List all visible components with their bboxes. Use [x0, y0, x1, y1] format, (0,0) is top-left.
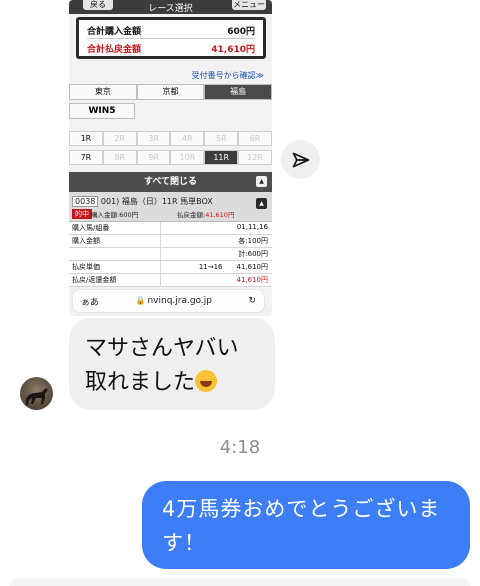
outgoing-message-bubble[interactable]: 4万馬券おめでとうございます！: [142, 481, 470, 569]
bet-payout: 払戻金額:41,610円: [177, 209, 234, 219]
race-button: 1R: [69, 131, 103, 146]
purchase-total-label: 合計購入金額: [87, 27, 142, 37]
screenshot-bet-detail-table: 購入馬/組番 01,11,16 購入金額 各:100円 計:600円 払戻単価 11→…: [69, 222, 272, 287]
detail-row: 払戻/返還金額 41,610円: [69, 274, 272, 287]
composer-edge: [10, 578, 470, 586]
incoming-message-line2: 取れました: [85, 370, 196, 395]
horse-silhouette-icon: [26, 388, 48, 405]
lock-icon: 🔒: [135, 296, 146, 305]
laughing-emoji-icon: [195, 370, 218, 392]
send-arrow-icon: [292, 152, 309, 167]
screenshot-race-row-1: 1R 2R 3R 4R 5R 6R: [69, 131, 272, 146]
shared-screenshot-image[interactable]: 戻る レース選択 メニュー 合計購入金額 600円 合計払戻金額 41,610円…: [69, 0, 272, 316]
screenshot-venue-tabs: 東京 京都 福島: [69, 84, 272, 100]
detail-label: 払戻/返還金額: [69, 274, 161, 286]
venue-tab: 東京: [69, 84, 137, 100]
bet-purchase-amount: 購入金額:600円: [91, 211, 139, 219]
race-button: 12R: [238, 150, 272, 165]
race-button: 5R: [204, 131, 239, 146]
bet-description: 001) 福島（日）11R 馬単BOX: [100, 197, 213, 206]
screenshot-header: 戻る レース選択 メニュー: [69, 0, 272, 14]
screenshot-summary-box: 合計購入金額 600円 合計払戻金額 41,610円: [76, 17, 266, 59]
message-timestamp: 4:18: [219, 437, 261, 458]
detail-value: 01,11,16: [236, 223, 268, 231]
bet-code: 0038: [72, 196, 99, 207]
collapse-icon: ▲: [256, 176, 267, 187]
bet-payout-value: 41,610円: [205, 211, 235, 219]
race-button: 6R: [238, 131, 272, 146]
url-text: nvinq.jra.go.jp: [147, 296, 212, 306]
incoming-message-bubble[interactable]: マサさんヤバい 取れました: [69, 318, 275, 410]
race-button: 10R: [170, 150, 205, 165]
close-all-label: すべて閉じる: [143, 177, 197, 187]
race-button: 9R: [136, 150, 171, 165]
screenshot-url-bar: ぁあ 🔒 nvinq.jra.go.jp ↻: [73, 290, 264, 312]
race-button: 8R: [102, 150, 137, 165]
reload-icon: ↻: [248, 296, 256, 306]
detail-label: [69, 248, 161, 260]
bet-payout-label: 払戻金額:: [177, 211, 206, 219]
detail-value: 41,610円: [236, 276, 269, 284]
avatar[interactable]: [20, 377, 53, 410]
race-button-selected: 11R: [204, 150, 239, 165]
detail-label: 購入金額: [69, 235, 161, 247]
screenshot-confirm-link: 受付番号から確認≫: [191, 71, 264, 80]
race-button: 7R: [69, 150, 103, 165]
payout-total-value: 41,610円: [211, 44, 255, 55]
screenshot-menu-button: メニュー: [232, 0, 266, 10]
detail-label: 購入馬/組番: [69, 222, 161, 234]
race-button: 4R: [170, 131, 205, 146]
venue-tab-selected: 福島: [204, 84, 272, 100]
text-size-label: ぁあ: [81, 297, 100, 308]
incoming-message-line1: マサさんヤバい: [85, 336, 239, 361]
detail-row: 購入馬/組番 01,11,16: [69, 222, 272, 235]
outgoing-message-text: 4万馬券おめでとうございます！: [162, 497, 441, 555]
purchase-total-value: 600円: [227, 27, 255, 37]
detail-label: 払戻単価: [69, 261, 161, 273]
detail-value: 各:100円: [238, 237, 268, 245]
race-button: 3R: [136, 131, 171, 146]
detail-value: 計:600円: [238, 250, 268, 258]
screenshot-win5-tab: WIN5: [69, 103, 135, 119]
race-button: 2R: [102, 131, 137, 146]
venue-tab: 京都: [136, 84, 205, 100]
detail-row: 購入金額 各:100円: [69, 235, 272, 248]
screenshot-close-all-bar: すべて閉じる ▲: [69, 172, 272, 192]
collapse-icon: ▲: [256, 198, 267, 209]
screenshot-bet-summary: 0038 001) 福島（日）11R 馬単BOX 的中 購入金額:600円 払戻…: [69, 192, 272, 222]
hit-badge: 的中: [72, 209, 92, 219]
payout-total-label: 合計払戻金額: [87, 44, 142, 55]
share-button[interactable]: [281, 140, 320, 179]
screenshot-race-row-2: 7R 8R 9R 10R 11R 12R: [69, 150, 272, 165]
detail-value: 11→16 41,610円: [198, 263, 268, 271]
detail-row: 払戻単価 11→16 41,610円: [69, 261, 272, 274]
detail-row: 計:600円: [69, 248, 272, 261]
